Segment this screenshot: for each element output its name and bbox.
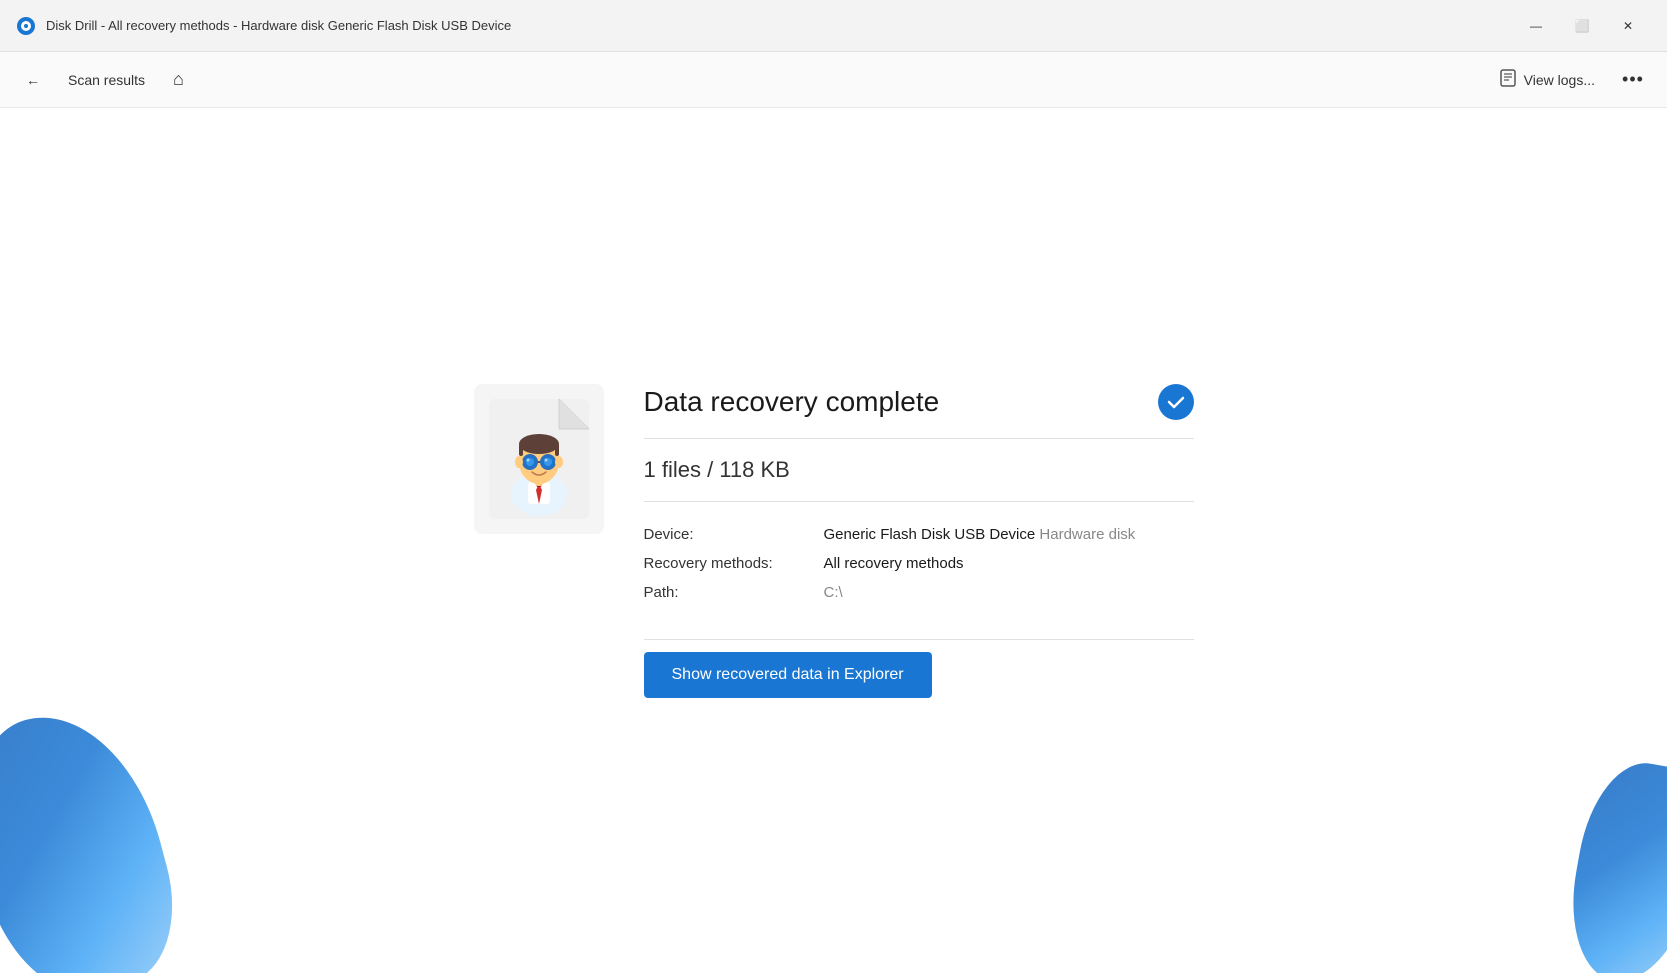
- success-icon: [1158, 384, 1194, 420]
- recovery-card: Data recovery complete 1 files / 118 KB …: [454, 364, 1214, 718]
- back-arrow-icon: ←: [26, 72, 40, 88]
- scan-results-label: Scan results: [68, 72, 145, 88]
- app-icon: [16, 16, 36, 36]
- show-explorer-button[interactable]: Show recovered data in Explorer: [644, 652, 932, 698]
- bg-decoration-left: [0, 694, 193, 973]
- recovery-methods-label: Recovery methods:: [644, 549, 824, 578]
- path-label: Path:: [644, 578, 824, 607]
- logs-icon: [1498, 68, 1518, 91]
- main-content: Data recovery complete 1 files / 118 KB …: [0, 108, 1667, 973]
- more-icon: •••: [1622, 69, 1644, 90]
- device-secondary: Hardware disk: [1039, 526, 1135, 543]
- more-options-button[interactable]: •••: [1615, 62, 1651, 98]
- device-primary: Generic Flash Disk USB Device: [824, 526, 1036, 543]
- divider: [644, 639, 1194, 640]
- toolbar: ← Scan results ⌂ View logs... •••: [0, 52, 1667, 108]
- view-logs-button[interactable]: View logs...: [1486, 62, 1607, 97]
- window-title: Disk Drill - All recovery methods - Hard…: [46, 18, 1513, 33]
- files-summary: 1 files / 118 KB: [644, 457, 1194, 502]
- minimize-button[interactable]: —: [1513, 10, 1559, 42]
- card-header: Data recovery complete: [644, 384, 1194, 439]
- recovery-methods-row: Recovery methods: All recovery methods: [644, 549, 1194, 578]
- back-button[interactable]: ←: [16, 66, 50, 94]
- card-content: Data recovery complete 1 files / 118 KB …: [644, 384, 1194, 698]
- view-logs-label: View logs...: [1524, 72, 1595, 88]
- recovery-methods-value: All recovery methods: [824, 549, 1194, 578]
- home-icon: ⌂: [173, 69, 184, 90]
- character-illustration: [474, 384, 604, 534]
- toolbar-left: ← Scan results ⌂: [16, 63, 1486, 96]
- device-value: Generic Flash Disk USB Device Hardware d…: [824, 520, 1194, 549]
- maximize-button[interactable]: ⬜: [1559, 10, 1605, 42]
- title-bar: Disk Drill - All recovery methods - Hard…: [0, 0, 1667, 52]
- device-row: Device: Generic Flash Disk USB Device Ha…: [644, 520, 1194, 549]
- device-label: Device:: [644, 520, 824, 549]
- toolbar-right: View logs... •••: [1486, 62, 1651, 98]
- window-controls: — ⬜ ✕: [1513, 10, 1651, 42]
- path-value: C:\: [824, 578, 1194, 607]
- scan-results-button[interactable]: Scan results: [58, 66, 155, 94]
- recovery-title: Data recovery complete: [644, 386, 940, 418]
- path-row: Path: C:\: [644, 578, 1194, 607]
- details-table: Device: Generic Flash Disk USB Device Ha…: [644, 520, 1194, 607]
- close-button[interactable]: ✕: [1605, 10, 1651, 42]
- home-button[interactable]: ⌂: [163, 63, 194, 96]
- bg-decoration-right: [1559, 754, 1667, 973]
